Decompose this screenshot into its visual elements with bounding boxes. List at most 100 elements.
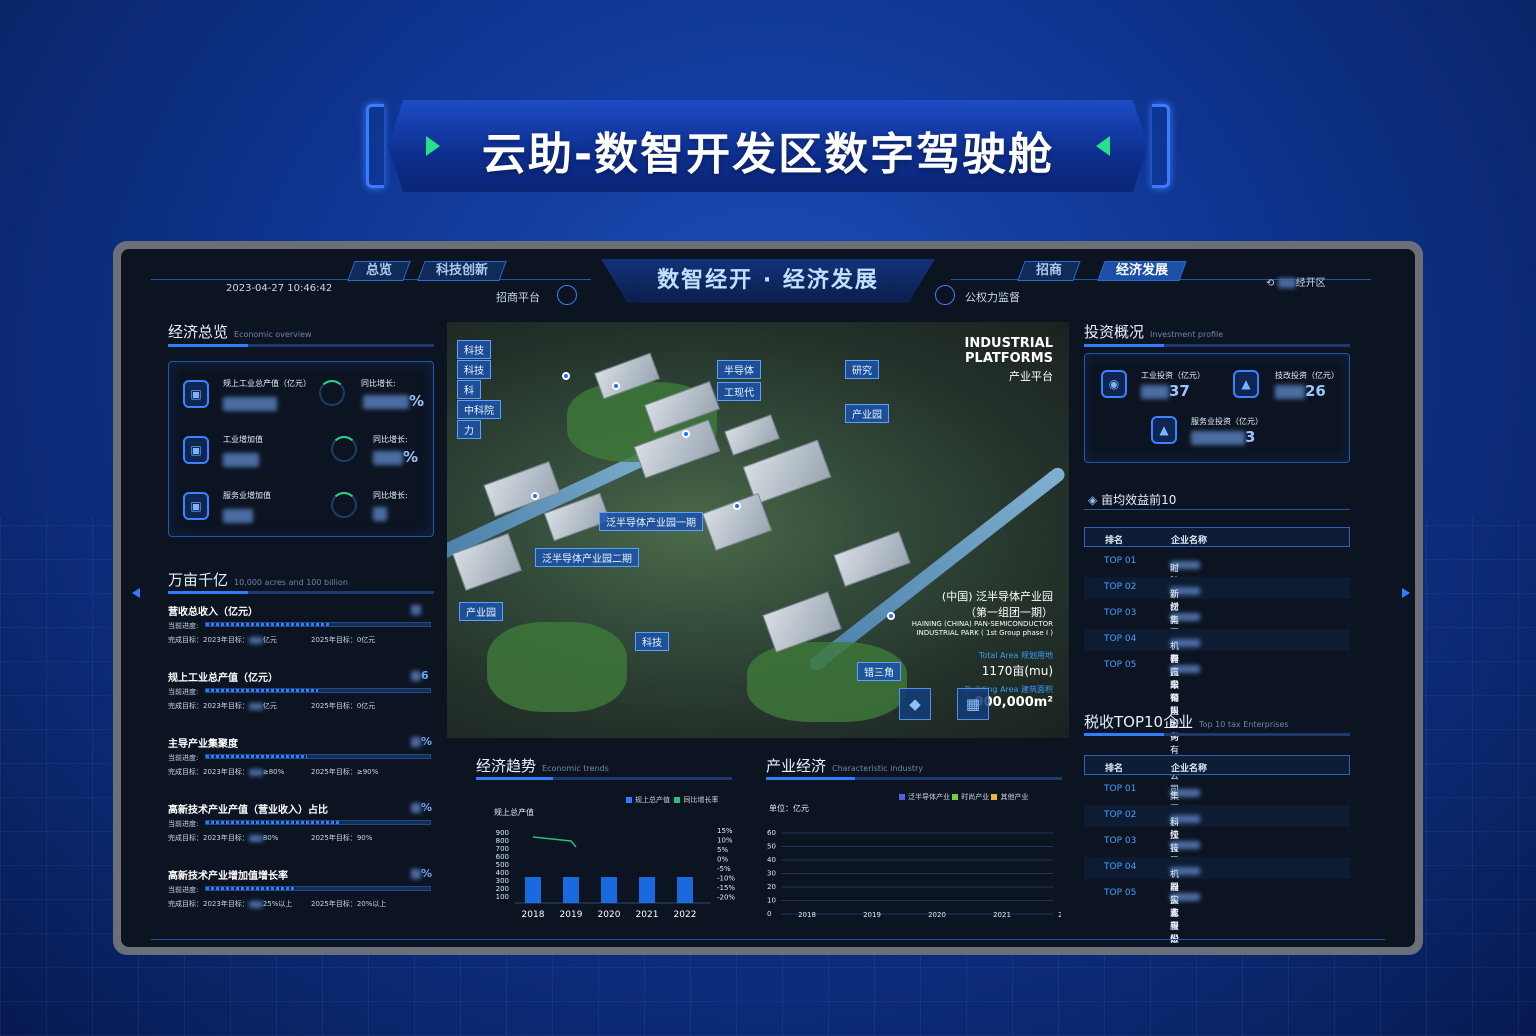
section-title: 产业经济: [766, 757, 827, 775]
x-tick-label: 2019: [560, 910, 583, 920]
legend-label: 时尚产业: [961, 793, 990, 801]
park-name-en: HAINING (CHINA) PAN-SEMICONDUCTOR: [911, 620, 1053, 628]
map-pin[interactable]: [682, 430, 690, 438]
econ-overview-title: 经济总览 Economic overview: [168, 321, 312, 342]
column-header: 排名: [1105, 764, 1124, 774]
district-selector[interactable]: ⟲ 经开区: [1266, 274, 1326, 289]
target-value: 25%以上: [262, 900, 293, 908]
target-label: 2025年目标：: [311, 768, 357, 776]
kpi-label: 服务业投资（亿元）: [1191, 417, 1263, 426]
map-tag[interactable]: 科技: [457, 360, 491, 379]
column-header: 企业名称: [1171, 536, 1208, 546]
cube-3d-icon[interactable]: ◆: [899, 688, 931, 720]
table-row[interactable]: TOP 02 浙江新材料股份有限公司: [1084, 577, 1350, 704]
target-value: 亿元: [262, 636, 277, 644]
kpi-value: [223, 506, 253, 524]
bar: [525, 877, 541, 903]
diamond-icon: ◈: [1088, 493, 1098, 507]
sub-nav-power-supervision[interactable]: 公权力监督: [965, 289, 1020, 305]
industrial-map[interactable]: 科技 科技 科 中科院 力 半导体 工现代 研究 产业园 泛半导体产业园一期 泛…: [447, 322, 1069, 738]
dashboard-screen: 2023-04-27 10:46:42 总览 科技创新 数智经开 · 经济发展 …: [121, 249, 1415, 947]
rank: TOP 04: [1104, 634, 1137, 644]
park-phase: （第一组团一期）: [965, 606, 1053, 619]
target-value: ≥80%: [262, 768, 285, 776]
target-label: 完成目标：2023年目标：: [168, 702, 249, 710]
progress-fill: [206, 689, 318, 692]
tax-top10-title: 税收TOP10企业 Top 10 tax Enterprises: [1084, 711, 1289, 732]
investment-title: 投资概况 Investment profile: [1084, 321, 1223, 342]
table-row[interactable]: TOP 01 浙江时装股份有限公司: [1084, 551, 1350, 665]
collapse-left-icon[interactable]: [132, 588, 140, 598]
table-row[interactable]: TOP 02 浙江科技有限公司: [1084, 805, 1350, 893]
y2-tick-label: -20%: [717, 894, 735, 902]
collapse-right-icon[interactable]: [1402, 588, 1410, 598]
image-view-icon[interactable]: ▦: [957, 688, 989, 720]
map-pin[interactable]: [733, 502, 741, 510]
map-pin[interactable]: [531, 492, 539, 500]
factory-icon: ▣: [183, 380, 209, 408]
target-value: 80%: [262, 834, 279, 842]
map-tag[interactable]: 产业园: [845, 404, 889, 423]
map-tag[interactable]: 半导体: [717, 360, 761, 379]
kpi-number: 26: [1305, 382, 1326, 400]
growth-suffix: %: [409, 392, 425, 410]
target-2023: 完成目标：2023年目标： 亿元: [168, 701, 277, 711]
progress-label: 当前进度:: [168, 754, 199, 762]
table-row[interactable]: TOP 04 机器技术有限公司: [1084, 629, 1350, 743]
target-2025: 2025年目标：90%: [311, 833, 372, 843]
map-tag[interactable]: 泛半导体产业园二期: [535, 548, 639, 567]
map-pin[interactable]: [612, 382, 620, 390]
progress-bar: [205, 886, 431, 891]
table-row[interactable]: TOP 03 集团股份有限公司: [1084, 603, 1350, 717]
tab-tech-innovation[interactable]: 科技创新: [417, 261, 507, 281]
kpi-value: [223, 450, 259, 468]
target-value: 0亿元: [356, 702, 376, 710]
map-tag[interactable]: 科: [457, 380, 481, 399]
progress-percent: %: [411, 801, 432, 814]
econ-overview-box: ▣ 规上工业总产值（亿元） 同比增长: % ▣ 工业增加值 同比增长: % ▣ …: [168, 361, 434, 537]
table-row[interactable]: TOP 05 汽车销售服务有限公司: [1084, 655, 1350, 795]
map-tag[interactable]: 科技: [457, 340, 491, 359]
percent-suffix: %: [421, 867, 433, 880]
progress-bar: [205, 754, 431, 759]
section-title: 经济趋势: [476, 757, 537, 775]
section-underline: [168, 591, 434, 594]
map-tag[interactable]: 泛半导体产业园一期: [599, 512, 703, 531]
legend-label: 其他产业: [1000, 793, 1029, 801]
tab-investment[interactable]: 招商: [1017, 261, 1081, 281]
sub-nav-investment-platform[interactable]: 招商平台: [496, 289, 540, 305]
tab-economic-development[interactable]: 经济发展: [1097, 261, 1187, 281]
x-tick-label: 2021: [993, 911, 1011, 919]
table-row[interactable]: TOP 01 集团股份有限公司: [1084, 779, 1350, 893]
building: [833, 531, 911, 587]
map-tag[interactable]: 错三角: [857, 662, 901, 681]
x-tick-label: 2020: [598, 910, 621, 920]
map-tag[interactable]: 中科院: [457, 400, 501, 419]
section-subtitle: Characteristic industry: [832, 764, 923, 773]
map-pin[interactable]: [562, 372, 570, 380]
section-underline: [168, 344, 434, 347]
map-tag[interactable]: 研究: [845, 360, 879, 379]
bar: [601, 877, 617, 903]
y-axis-label: 规上总产值: [494, 808, 534, 817]
map-tag[interactable]: 工现代: [717, 382, 761, 401]
map-pin[interactable]: [887, 612, 895, 620]
map-tag[interactable]: 产业园: [459, 602, 503, 621]
rank: TOP 01: [1104, 784, 1137, 794]
progress-title: 高新技术产业增加值增长率: [168, 871, 288, 882]
section-subtitle: Top 10 tax Enterprises: [1199, 720, 1289, 729]
footer-line: [151, 939, 1385, 940]
table-row[interactable]: TOP 03 技集团股份有限公司: [1084, 831, 1350, 945]
tab-overview[interactable]: 总览: [347, 261, 411, 281]
map-tag[interactable]: 科技: [635, 632, 669, 651]
target-2025: 2025年目标：0亿元: [311, 635, 375, 645]
kpi-growth-label: 同比增长:: [361, 379, 396, 388]
map-tag[interactable]: 力: [457, 420, 481, 439]
green-area: [487, 622, 627, 712]
table-row[interactable]: TOP 05 浙江实业股份有限公司: [1084, 883, 1350, 945]
y2-tick-label: -15%: [717, 884, 735, 892]
rank: TOP 01: [1104, 556, 1137, 566]
section-underline: [766, 777, 1062, 780]
table-row[interactable]: TOP 04 机器技术有限公司: [1084, 857, 1350, 945]
target-2025: 2025年目标：20%以上: [311, 899, 386, 909]
